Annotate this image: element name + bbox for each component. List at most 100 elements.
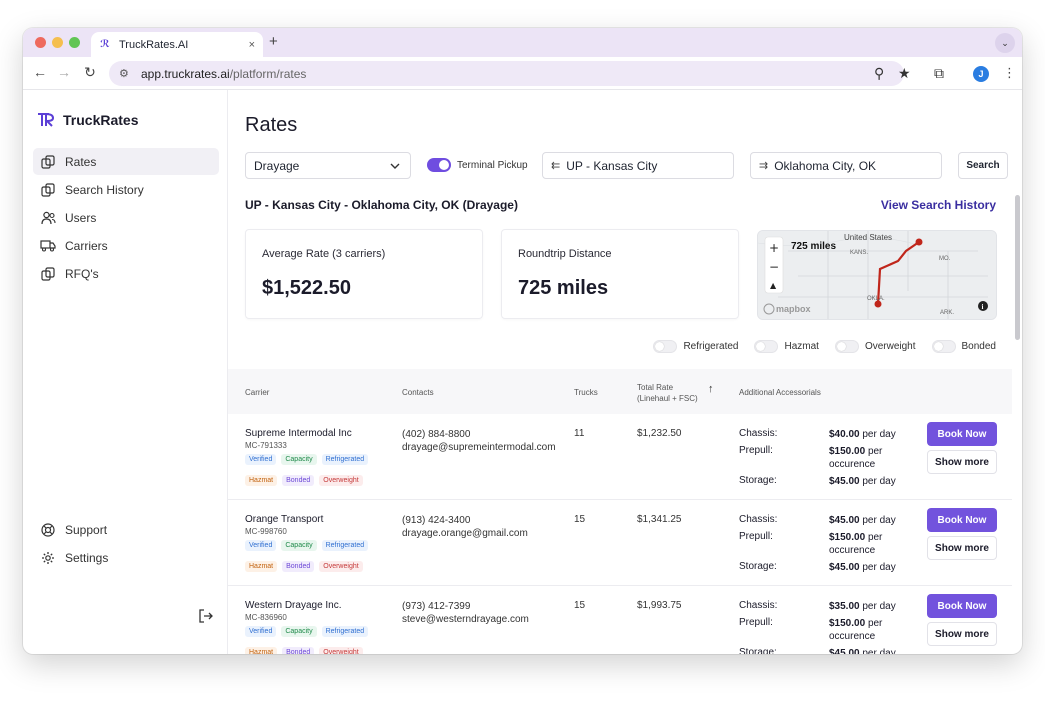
close-window-button[interactable]	[35, 37, 46, 48]
logout-icon[interactable]	[198, 608, 214, 624]
distance-value: 725 miles	[518, 277, 609, 299]
header-total-rate[interactable]: Total Rate (Linehaul + FSC)	[637, 382, 698, 404]
toggle-switch[interactable]	[931, 340, 956, 353]
toggle-switch[interactable]	[754, 340, 779, 353]
filter-hazmat[interactable]: Hazmat	[754, 340, 819, 353]
overweight-badge: Overweight	[319, 561, 363, 572]
close-tab-icon[interactable]: ×	[249, 39, 255, 51]
gear-icon	[40, 550, 56, 566]
chassis-amount: $45.00	[829, 515, 860, 526]
table-header: Carrier Contacts Trucks Total Rate (Line…	[228, 369, 1012, 414]
header-carrier[interactable]: Carrier	[245, 388, 269, 397]
sort-arrow-icon[interactable]: ↑	[708, 383, 714, 395]
show-more-button[interactable]: Show more	[927, 536, 997, 560]
terminal-pickup-label: Terminal Pickup	[457, 159, 528, 171]
back-icon[interactable]: ←	[31, 64, 49, 80]
map-canvas[interactable]: United States KANS. OKLA. MO. ARK. 725 m…	[758, 231, 997, 320]
sidebar-item-settings[interactable]: Settings	[33, 544, 219, 571]
new-tab-button[interactable]: +	[269, 33, 278, 50]
toggle-switch[interactable]	[653, 340, 678, 353]
sidebar-item-support[interactable]: Support	[33, 516, 219, 543]
sidebar-item-rfqs[interactable]: RFQ's	[33, 260, 219, 287]
book-now-button[interactable]: Book Now	[927, 508, 997, 532]
sidebar-bottom: Support Settings	[33, 516, 219, 572]
carrier-phone[interactable]: (402) 884-8800	[402, 428, 556, 441]
sidebar-item-label: Search History	[65, 182, 144, 197]
carrier-email[interactable]: drayage@supremeintermodal.com	[402, 441, 556, 454]
carrier-phone[interactable]: (913) 424-3400	[402, 514, 528, 527]
reload-icon[interactable]: ↻	[81, 64, 99, 81]
prepull-value: $150.00 per occurence	[829, 531, 909, 557]
show-more-button[interactable]: Show more	[927, 450, 997, 474]
carrier-name[interactable]: Western Drayage Inc.	[245, 600, 342, 611]
carrier-mc: MC-998760	[245, 527, 287, 536]
scrollbar[interactable]	[1015, 195, 1020, 340]
profile-avatar[interactable]: J	[973, 66, 989, 82]
sidebar-item-label: Users	[65, 210, 97, 225]
average-rate-value: $1,522.50	[262, 277, 351, 299]
window-controls	[35, 37, 80, 48]
header-accessorials[interactable]: Additional Accessorials	[739, 388, 821, 397]
browser-menu-icon[interactable]: ⋮	[1003, 65, 1016, 81]
site-settings-icon[interactable]: ⚙	[119, 67, 133, 80]
map-state-label: KANS.	[850, 250, 868, 256]
carrier-phone[interactable]: (973) 412-7399	[402, 600, 529, 613]
terminal-pickup-toggle[interactable]	[427, 158, 451, 172]
destination-input[interactable]: ⇉ Oklahoma City, OK	[750, 152, 942, 179]
zoom-out-button[interactable]: −	[769, 260, 779, 274]
sidebar-item-rates[interactable]: Rates	[33, 148, 219, 175]
unit-label: per day	[862, 648, 896, 654]
forward-icon[interactable]: →	[55, 64, 73, 80]
destination-value: Oklahoma City, OK	[774, 158, 877, 173]
tab-bar: ℛ TruckRates.AI × + ⌄	[23, 28, 1022, 57]
filter-label: Bonded	[961, 341, 996, 352]
prepull-value: $150.00 per occurence	[829, 445, 909, 471]
compass-button[interactable]: ▲	[770, 281, 777, 290]
header-trucks[interactable]: Trucks	[574, 388, 598, 397]
header-contacts[interactable]: Contacts	[402, 388, 434, 397]
filter-bonded[interactable]: Bonded	[931, 340, 996, 353]
view-search-history-link[interactable]: View Search History	[881, 198, 996, 212]
carrier-name[interactable]: Supreme Intermodal Inc	[245, 428, 352, 439]
filter-overweight[interactable]: Overweight	[834, 340, 916, 353]
route-map[interactable]: United States KANS. OKLA. MO. ARK. 725 m…	[757, 230, 997, 320]
sidebar-item-label: Carriers	[65, 238, 108, 253]
bookmark-star-icon[interactable]: ★	[898, 65, 911, 82]
filter-refrigerated[interactable]: Refrigerated	[653, 340, 738, 353]
storage-value: $45.00 per day	[829, 475, 909, 488]
zoom-icon[interactable]: ⚲	[874, 65, 884, 82]
mode-select[interactable]: Drayage	[245, 152, 411, 179]
filter-label: Hazmat	[784, 341, 819, 352]
refrigerated-badge: Refrigerated	[321, 540, 369, 551]
origin-marker[interactable]	[915, 238, 923, 246]
capacity-badge: Capacity	[281, 454, 317, 465]
map-state-label: OKLA.	[867, 296, 885, 302]
storage-amount: $45.00	[829, 648, 860, 654]
sidebar-item-users[interactable]: Users	[33, 204, 219, 231]
destination-arrows-icon: ⇉	[759, 160, 769, 172]
search-button[interactable]: Search	[958, 152, 1008, 179]
book-now-button[interactable]: Book Now	[927, 422, 997, 446]
minimize-window-button[interactable]	[52, 37, 63, 48]
sidebar-item-search-history[interactable]: Search History	[33, 176, 219, 203]
sidebar-item-carriers[interactable]: Carriers	[33, 232, 219, 259]
carrier-name[interactable]: Orange Transport	[245, 514, 323, 525]
address-bar[interactable]: ⚙ app.truckrates.ai/platform/rates	[109, 61, 904, 86]
carrier-badges: Verified Capacity Refrigerated Hazmat Bonded…	[245, 454, 385, 486]
brand[interactable]: TruckRates	[37, 112, 138, 128]
browser-tab[interactable]: ℛ TruckRates.AI ×	[91, 32, 263, 57]
maximize-window-button[interactable]	[69, 37, 80, 48]
origin-input[interactable]: ⇇ UP - Kansas City	[542, 152, 734, 179]
carrier-email[interactable]: steve@westerndrayage.com	[402, 613, 529, 626]
extensions-icon[interactable]: ⧉	[934, 65, 944, 82]
carrier-email[interactable]: drayage.orange@gmail.com	[402, 527, 528, 540]
book-now-button[interactable]: Book Now	[927, 594, 997, 618]
zoom-in-button[interactable]: +	[769, 241, 779, 255]
toggle-switch[interactable]	[834, 340, 859, 353]
truck-icon	[40, 238, 56, 254]
carrier-trucks: 15	[574, 600, 586, 611]
show-more-button[interactable]: Show more	[927, 622, 997, 646]
mapbox-attribution[interactable]: mapbox	[776, 304, 811, 314]
main-content: Rates Drayage Terminal Pickup ⇇ UP - Kan…	[228, 90, 1022, 654]
tab-search-icon[interactable]: ⌄	[995, 33, 1015, 53]
